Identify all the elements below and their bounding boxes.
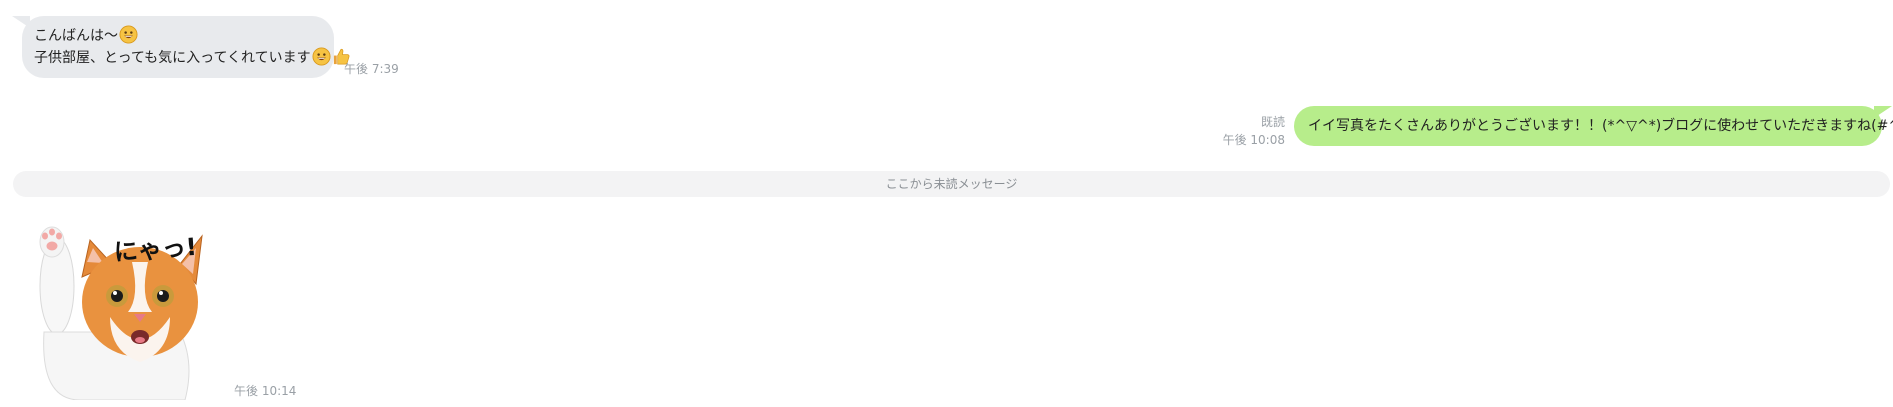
grinning-face-icon xyxy=(119,25,138,44)
message-text: 子供部屋、とっても気に入ってくれています xyxy=(34,50,311,66)
message-timestamp: 午後 7:39 xyxy=(344,62,399,76)
chat-thread: こんばんは～ 子供部屋、とっても気に入ってくれています 午後 7:39 既読 午… xyxy=(0,0,1893,407)
read-receipt: 既読 xyxy=(1260,115,1285,129)
cat-paw xyxy=(39,226,75,335)
sticker-text: にゃっ! xyxy=(113,233,198,267)
message-text: こんばんは～ xyxy=(34,28,118,44)
grinning-face-icon xyxy=(312,47,331,66)
bubble-tail xyxy=(12,16,30,28)
bubble-tail xyxy=(1874,106,1892,118)
message-text: イイ写真をたくさんありがとうございます！！(*^▽^*)ブログに使わせていただき… xyxy=(1308,118,1893,134)
message-line: こんばんは～ xyxy=(34,25,322,47)
message-line: 子供部屋、とっても気に入ってくれています xyxy=(34,47,350,69)
cat-sticker-icon[interactable]: にゃっ! xyxy=(30,222,210,400)
unread-divider-label: ここから未読メッセージ xyxy=(885,177,1018,191)
message-timestamp: 午後 10:14 xyxy=(234,384,297,398)
message-timestamp: 午後 10:08 xyxy=(1222,133,1285,147)
outgoing-message-bubble[interactable]: イイ写真をたくさんありがとうございます！！(*^▽^*)ブログに使わせていただき… xyxy=(1294,106,1893,146)
incoming-message-bubble[interactable]: こんばんは～ 子供部屋、とっても気に入ってくれています xyxy=(12,16,350,78)
unread-divider: ここから未読メッセージ xyxy=(13,171,1890,197)
